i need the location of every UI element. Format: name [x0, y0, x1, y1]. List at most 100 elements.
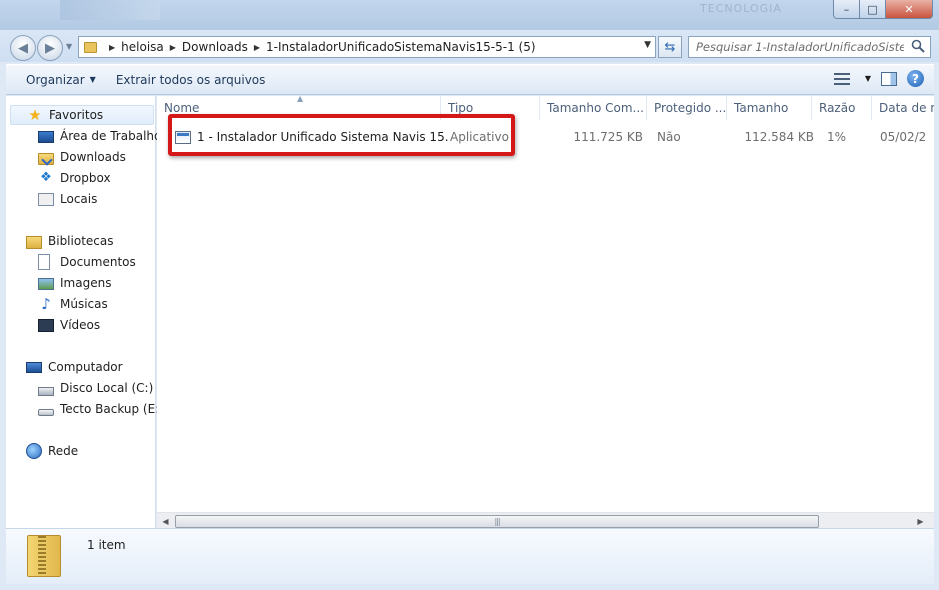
titlebar-watermark: TECNOLOGIA — [700, 2, 782, 15]
grip-icon: ||| — [494, 517, 500, 526]
help-icon[interactable]: ? — [907, 70, 924, 87]
nav-network[interactable]: Rede — [26, 441, 78, 461]
nav-computer[interactable]: Computador — [26, 357, 123, 377]
column-header-date[interactable]: Data de m — [872, 96, 934, 120]
recent-places-icon — [38, 192, 54, 206]
navigation-pane[interactable]: ★ Favoritos Área de Trabalho Downloads ❖… — [6, 96, 164, 528]
titlebar-decoration — [60, 0, 160, 20]
nav-item-label: Dropbox — [60, 171, 111, 185]
maximize-button[interactable]: □ — [860, 0, 886, 19]
network-icon — [26, 443, 42, 459]
nav-item-label: Downloads — [60, 150, 126, 164]
nav-libraries[interactable]: Bibliotecas — [26, 231, 113, 251]
preview-pane-icon[interactable] — [881, 71, 897, 86]
sort-ascending-icon: ▲ — [297, 96, 304, 103]
arrow-left-icon: ◀ — [18, 40, 28, 56]
extract-all-button[interactable]: Extrair todos os arquivos — [106, 73, 276, 87]
recent-pages-dropdown[interactable]: ▼ — [66, 42, 72, 51]
arrow-right-icon: ▶ — [45, 40, 55, 56]
refresh-icon: ⇆ — [664, 39, 676, 55]
nav-favorites[interactable]: ★ Favoritos — [10, 105, 154, 125]
breadcrumb-current-folder[interactable]: 1-InstaladorUnificadoSistemaNavis15-5-1 … — [266, 40, 536, 54]
column-header-label: Tamanho Com... — [547, 101, 644, 115]
chevron-right-icon[interactable]: ▶ — [109, 43, 115, 52]
file-compressed-size: 111.725 KB — [573, 130, 643, 144]
zip-folder-large-icon — [27, 535, 61, 577]
nav-network-label: Rede — [48, 444, 79, 458]
nav-item-documentos[interactable]: Documentos — [38, 252, 136, 272]
nav-item-label: Documentos — [60, 255, 136, 269]
scroll-left-icon[interactable]: ◀ — [158, 515, 173, 528]
horizontal-scrollbar[interactable]: ◀ ||| ▶ — [157, 512, 934, 529]
details-pane: 1 item — [6, 528, 934, 584]
refresh-button[interactable]: ⇆ — [658, 36, 682, 58]
extract-all-label: Extrair todos os arquivos — [115, 72, 266, 87]
address-row: ◀ ▶ ▼ ▶ heloisa ▶ Downloads ▶ 1-Instalad… — [0, 30, 939, 62]
chevron-right-icon[interactable]: ▶ — [254, 43, 260, 52]
nav-item-label: Vídeos — [60, 318, 101, 332]
nav-item-label: Área de Trabalho — [60, 129, 162, 143]
chevron-down-icon: ▼ — [89, 75, 96, 84]
search-icon[interactable] — [911, 39, 925, 53]
maximize-icon: □ — [867, 2, 878, 16]
address-dropdown-icon[interactable]: ▼ — [644, 40, 651, 50]
nav-item-imagens[interactable]: Imagens — [38, 273, 111, 293]
address-bar[interactable]: ▶ heloisa ▶ Downloads ▶ 1-InstaladorUnif… — [78, 36, 656, 58]
nav-item-downloads[interactable]: Downloads — [38, 147, 126, 167]
column-header-label: Data de m — [879, 101, 934, 115]
column-header-protected[interactable]: Protegido ... — [647, 96, 727, 120]
nav-item-label: Tecto Backup (E:) — [60, 402, 164, 416]
back-button[interactable]: ◀ — [10, 35, 36, 61]
nav-item-desktop[interactable]: Área de Trabalho — [38, 126, 161, 146]
column-header-label: Protegido ... — [654, 101, 727, 115]
close-button[interactable]: ✕ — [886, 0, 933, 19]
breadcrumb-downloads[interactable]: Downloads — [182, 40, 248, 54]
column-header-label: Nome — [164, 101, 200, 115]
view-dropdown-icon[interactable]: ▼ — [865, 74, 871, 83]
pictures-icon — [38, 278, 54, 290]
nav-item-disk-c[interactable]: Disco Local (C:) — [38, 378, 153, 398]
nav-item-musicas[interactable]: ♪ Músicas — [38, 294, 108, 314]
documents-icon — [38, 254, 50, 270]
downloads-folder-icon — [38, 152, 54, 165]
item-count: 1 item — [87, 538, 126, 552]
organize-button[interactable]: Organizar ▼ — [16, 73, 106, 87]
file-date: 05/02/201 — [880, 130, 927, 144]
libraries-icon — [26, 235, 42, 249]
column-header-label: Tamanho — [734, 101, 789, 115]
search-input[interactable]: Pesquisar 1-InstaladorUnificadoSiste... — [688, 36, 931, 58]
forward-button[interactable]: ▶ — [37, 35, 63, 61]
nav-favorites-label: Favoritos — [49, 108, 104, 122]
scrollbar-thumb[interactable]: ||| — [175, 515, 819, 528]
nav-item-label: Disco Local (C:) — [60, 381, 154, 395]
minimize-button[interactable]: – — [833, 0, 860, 19]
desktop-icon — [38, 130, 54, 143]
column-header-label: Tipo — [448, 101, 474, 115]
column-header-ratio[interactable]: Razão — [812, 96, 872, 120]
star-icon: ★ — [28, 106, 42, 124]
nav-item-videos[interactable]: Vídeos — [38, 315, 100, 335]
highlight-annotation-box — [168, 114, 515, 156]
toolbar-right: ▼ ? — [833, 70, 924, 87]
nav-item-disk-e[interactable]: Tecto Backup (E:) — [38, 399, 164, 419]
file-list[interactable]: ▲ Nome Tipo Tamanho Com... Protegido ...… — [157, 96, 934, 529]
scroll-right-icon[interactable]: ▶ — [913, 515, 928, 528]
nav-item-label: Músicas — [60, 297, 108, 311]
breadcrumb-heloisa[interactable]: heloisa — [121, 40, 164, 54]
file-size: 112.584 KB — [744, 130, 814, 144]
organize-label: Organizar — [26, 72, 85, 87]
nav-libraries-label: Bibliotecas — [48, 234, 114, 248]
nav-item-locais[interactable]: Locais — [38, 189, 97, 209]
removable-drive-icon — [38, 409, 54, 416]
computer-icon — [26, 362, 42, 373]
chevron-right-icon[interactable]: ▶ — [170, 43, 176, 52]
column-header-compressed-size[interactable]: Tamanho Com... — [540, 96, 647, 120]
file-protected: Não — [657, 130, 681, 144]
zip-folder-icon — [84, 41, 97, 53]
window-titlebar[interactable]: TECNOLOGIA – □ ✕ — [0, 0, 939, 30]
command-toolbar: Organizar ▼ Extrair todos os arquivos ▼ … — [6, 64, 934, 95]
nav-item-dropbox[interactable]: ❖ Dropbox — [38, 168, 111, 188]
view-options-icon[interactable] — [833, 72, 850, 86]
column-header-size[interactable]: Tamanho — [727, 96, 812, 120]
nav-item-label: Locais — [60, 192, 98, 206]
